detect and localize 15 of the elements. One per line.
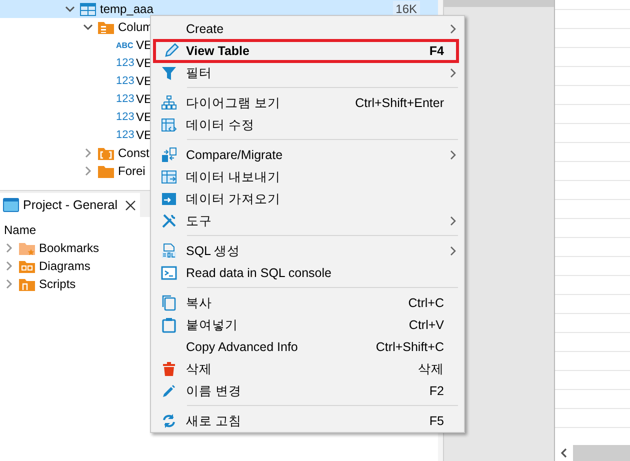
type-label: 123 — [116, 111, 134, 123]
shortcut-label: Ctrl+V — [408, 318, 444, 332]
shortcut-label: F5 — [429, 414, 444, 428]
type-label: 123 — [116, 75, 134, 87]
shortcut-label: Ctrl+Shift+Enter — [355, 96, 444, 110]
type-label: ABC — [116, 40, 134, 50]
shortcut-label: F2 — [429, 384, 444, 398]
shortcut-label: Ctrl+C — [408, 296, 444, 310]
shortcut-label: Ctrl+Shift+C — [376, 340, 444, 354]
shortcut-label: 삭제 — [418, 360, 444, 378]
size-label: 16K — [392, 1, 420, 16]
type-label: 123 — [116, 57, 134, 69]
type-label: 123 — [116, 93, 134, 105]
type-label: 123 — [116, 129, 134, 141]
shortcut-label: F4 — [429, 44, 444, 58]
